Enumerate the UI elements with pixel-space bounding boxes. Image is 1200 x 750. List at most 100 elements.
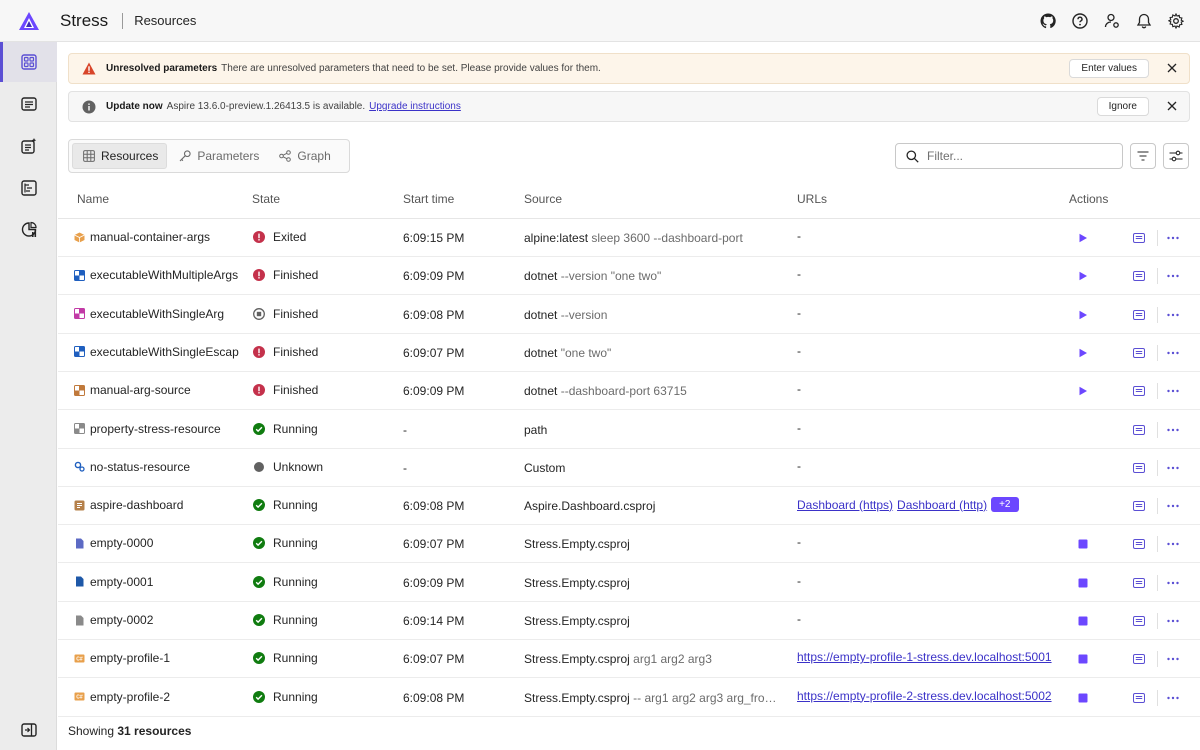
table-row[interactable]: C# empty-profile-1 Running 6:09:07 PM St… bbox=[58, 640, 1200, 679]
table-row[interactable]: no-status-resource Unknown - Custom - bbox=[58, 449, 1200, 487]
table-row[interactable]: executableWithMultipleArgs Finished 6:09… bbox=[58, 257, 1200, 296]
console-logs-icon[interactable] bbox=[1131, 575, 1147, 591]
table-row[interactable]: manual-container-args Exited 6:09:15 PM … bbox=[58, 219, 1200, 257]
console-logs-icon[interactable] bbox=[1131, 422, 1147, 438]
table-row[interactable]: empty-0000 Running 6:09:07 PM Stress.Emp… bbox=[58, 525, 1200, 564]
column-settings-button[interactable] bbox=[1163, 143, 1189, 169]
gear-icon[interactable] bbox=[1160, 5, 1192, 37]
more-options-icon[interactable] bbox=[1165, 651, 1181, 667]
source-cell: Stress.Empty.csproj bbox=[524, 537, 776, 551]
bell-icon[interactable] bbox=[1128, 5, 1160, 37]
stop-icon[interactable] bbox=[1075, 613, 1091, 629]
more-options-icon[interactable] bbox=[1165, 307, 1181, 323]
more-options-icon[interactable] bbox=[1165, 575, 1181, 591]
col-urls[interactable]: URLs bbox=[797, 192, 827, 206]
enter-values-button[interactable]: Enter values bbox=[1069, 59, 1149, 78]
more-options-icon[interactable] bbox=[1165, 460, 1181, 476]
table-row[interactable]: aspire-dashboard Running 6:09:08 PM Aspi… bbox=[58, 487, 1200, 526]
endpoint-link[interactable]: https://empty-profile-1-stress.dev.local… bbox=[797, 650, 1052, 664]
tab-graph[interactable]: Graph bbox=[269, 143, 338, 169]
start-icon[interactable] bbox=[1075, 230, 1091, 246]
tab-resources[interactable]: Resources bbox=[72, 143, 168, 169]
stop-icon[interactable] bbox=[1075, 575, 1091, 591]
start-icon[interactable] bbox=[1075, 383, 1091, 399]
console-logs-icon[interactable] bbox=[1131, 345, 1147, 361]
endpoint-link[interactable]: Dashboard (https) bbox=[797, 498, 893, 512]
stop-icon[interactable] bbox=[1075, 690, 1091, 706]
sidebar-item-traces[interactable] bbox=[0, 168, 57, 208]
more-options-icon[interactable] bbox=[1165, 690, 1181, 706]
resource-name[interactable]: property-stress-resource bbox=[74, 422, 242, 436]
table-row[interactable]: manual-arg-source Finished 6:09:09 PM do… bbox=[58, 372, 1200, 411]
sidebar-item-resources[interactable] bbox=[0, 42, 57, 82]
stop-icon[interactable] bbox=[1075, 651, 1091, 667]
ignore-button[interactable]: Ignore bbox=[1096, 97, 1149, 116]
more-options-icon[interactable] bbox=[1165, 613, 1181, 629]
table-row[interactable]: C# empty-profile-2 Running 6:09:08 PM St… bbox=[58, 679, 1200, 717]
table-row[interactable]: empty-0002 Running 6:09:14 PM Stress.Emp… bbox=[58, 602, 1200, 640]
endpoint-link[interactable]: Dashboard (http) bbox=[897, 498, 987, 512]
more-options-icon[interactable] bbox=[1165, 498, 1181, 514]
col-source[interactable]: Source bbox=[524, 192, 562, 206]
console-logs-icon[interactable] bbox=[1131, 383, 1147, 399]
resource-name[interactable]: executableWithMultipleArgs bbox=[74, 268, 242, 282]
table-row[interactable]: property-stress-resource Running - path … bbox=[58, 411, 1200, 449]
resource-name[interactable]: C# empty-profile-1 bbox=[74, 651, 242, 665]
start-icon[interactable] bbox=[1075, 307, 1091, 323]
close-icon[interactable] bbox=[1165, 61, 1179, 75]
console-logs-icon[interactable] bbox=[1131, 268, 1147, 284]
console-logs-icon[interactable] bbox=[1131, 307, 1147, 323]
more-options-icon[interactable] bbox=[1165, 268, 1181, 284]
col-state[interactable]: State bbox=[252, 192, 280, 206]
console-logs-icon[interactable] bbox=[1131, 460, 1147, 476]
console-logs-icon[interactable] bbox=[1131, 690, 1147, 706]
aspire-logo[interactable] bbox=[0, 0, 58, 42]
more-options-icon[interactable] bbox=[1165, 422, 1181, 438]
console-logs-icon[interactable] bbox=[1131, 230, 1147, 246]
user-settings-icon[interactable] bbox=[1096, 5, 1128, 37]
resource-name[interactable]: no-status-resource bbox=[74, 460, 242, 474]
table-row[interactable]: executableWithSingleEscap Finished 6:09:… bbox=[58, 334, 1200, 372]
source-text: alpine:latest bbox=[524, 231, 589, 245]
more-options-icon[interactable] bbox=[1165, 230, 1181, 246]
more-options-icon[interactable] bbox=[1165, 383, 1181, 399]
resource-name[interactable]: executableWithSingleArg bbox=[74, 307, 242, 321]
start-icon[interactable] bbox=[1075, 345, 1091, 361]
filter-options-button[interactable] bbox=[1130, 143, 1156, 169]
console-logs-icon[interactable] bbox=[1131, 651, 1147, 667]
resource-name[interactable]: empty-0002 bbox=[74, 613, 242, 627]
upgrade-instructions-link[interactable]: Upgrade instructions bbox=[369, 101, 461, 112]
filter-input[interactable] bbox=[927, 149, 1107, 163]
more-options-icon[interactable] bbox=[1165, 345, 1181, 361]
console-logs-icon[interactable] bbox=[1131, 536, 1147, 552]
start-icon[interactable] bbox=[1075, 268, 1091, 284]
close-icon[interactable] bbox=[1165, 99, 1179, 113]
more-urls-badge[interactable]: +2 bbox=[991, 497, 1019, 513]
resource-name[interactable]: executableWithSingleEscap bbox=[74, 345, 242, 359]
expand-panel-icon[interactable] bbox=[0, 710, 57, 750]
url-empty: - bbox=[797, 573, 801, 588]
table-row[interactable]: executableWithSingleArg Finished 6:09:08… bbox=[58, 296, 1200, 334]
console-logs-icon[interactable] bbox=[1131, 613, 1147, 629]
resource-name-text: manual-container-args bbox=[90, 230, 211, 244]
tab-parameters[interactable]: Parameters bbox=[169, 143, 267, 169]
col-start-time[interactable]: Start time bbox=[403, 192, 454, 206]
resource-name[interactable]: manual-container-args bbox=[74, 230, 242, 244]
sidebar-item-console-logs[interactable] bbox=[0, 84, 57, 124]
resource-name[interactable]: empty-0001 bbox=[74, 575, 242, 589]
sidebar-item-structured-logs[interactable] bbox=[0, 126, 57, 166]
more-options-icon[interactable] bbox=[1165, 536, 1181, 552]
sidebar-item-metrics[interactable] bbox=[0, 210, 57, 250]
resource-name[interactable]: C# empty-profile-2 bbox=[74, 690, 242, 704]
resource-name[interactable]: aspire-dashboard bbox=[74, 498, 242, 512]
col-name[interactable]: Name bbox=[77, 192, 109, 206]
resource-name[interactable]: empty-0000 bbox=[74, 536, 242, 550]
stop-icon[interactable] bbox=[1075, 536, 1091, 552]
table-row[interactable]: empty-0001 Running 6:09:09 PM Stress.Emp… bbox=[58, 564, 1200, 602]
github-icon[interactable] bbox=[1032, 5, 1064, 37]
console-logs-icon[interactable] bbox=[1131, 498, 1147, 514]
help-icon[interactable] bbox=[1064, 5, 1096, 37]
resource-name[interactable]: manual-arg-source bbox=[74, 383, 242, 397]
endpoint-link[interactable]: https://empty-profile-2-stress.dev.local… bbox=[797, 689, 1052, 703]
app-title[interactable]: Stress bbox=[60, 11, 108, 31]
